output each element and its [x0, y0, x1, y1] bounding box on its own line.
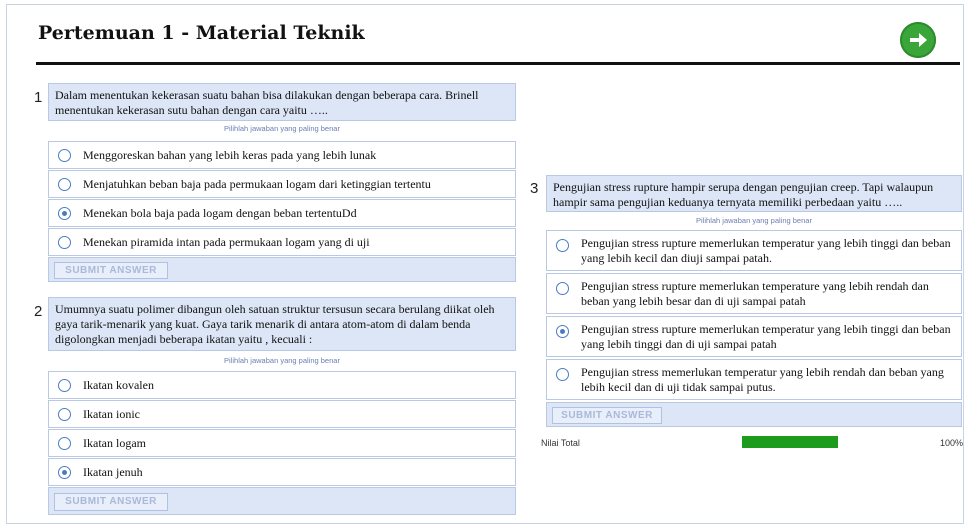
answer-option[interactable]: Menekan piramida intan pada permukaan lo… — [48, 228, 516, 256]
answer-option[interactable]: Pengujian stress memerlukan temperatur y… — [546, 359, 962, 400]
option-label: Ikatan kovalen — [83, 378, 154, 392]
answer-option[interactable]: Pengujian stress rupture memerlukan temp… — [546, 230, 962, 271]
option-label: Ikatan ionic — [83, 407, 140, 421]
radio-button[interactable] — [58, 379, 71, 392]
title-divider — [36, 62, 960, 65]
submit-answer-button[interactable]: SUBMIT ANSWER — [54, 262, 168, 279]
option-label: Menjatuhkan beban baja pada permukaan lo… — [83, 177, 431, 191]
radio-button[interactable] — [58, 408, 71, 421]
radio-button[interactable] — [58, 437, 71, 450]
arrow-right-circle-icon — [910, 33, 927, 47]
option-label: Pengujian stress rupture memerlukan temp… — [581, 236, 951, 265]
submit-row: SUBMIT ANSWER — [546, 402, 962, 427]
option-label: Menekan bola baja pada logam dengan beba… — [83, 206, 357, 220]
option-label: Pengujian stress rupture memerlukan temp… — [581, 279, 929, 308]
option-label: Ikatan logam — [83, 436, 146, 450]
answer-option[interactable]: Ikatan jenuh — [48, 458, 516, 486]
answer-option[interactable]: Menekan bola baja pada logam dengan beba… — [48, 199, 516, 227]
question-hint: Pilihlah jawaban yang paling benar — [224, 124, 340, 133]
answer-option[interactable]: Pengujian stress rupture memerlukan temp… — [546, 316, 962, 357]
submit-row: SUBMIT ANSWER — [48, 487, 516, 515]
page-title: Pertemuan 1 - Material Teknik — [38, 22, 365, 44]
option-label: Menggoreskan bahan yang lebih keras pada… — [83, 148, 377, 162]
total-score-progress-bar — [742, 436, 838, 448]
question-number: 1 — [34, 89, 43, 106]
radio-button[interactable] — [58, 149, 71, 162]
answer-option[interactable]: Menjatuhkan beban baja pada permukaan lo… — [48, 170, 516, 198]
answer-option[interactable]: Ikatan logam — [48, 429, 516, 457]
option-label: Ikatan jenuh — [83, 465, 143, 479]
question-number: 3 — [530, 180, 539, 197]
total-score-value: 100% — [940, 438, 964, 448]
question-text: Pengujian stress rupture hampir serupa d… — [546, 175, 962, 212]
radio-button-selected[interactable] — [58, 466, 71, 479]
radio-button[interactable] — [556, 239, 569, 252]
radio-button[interactable] — [556, 282, 569, 295]
answer-option[interactable]: Pengujian stress rupture memerlukan temp… — [546, 273, 962, 314]
option-label: Menekan piramida intan pada permukaan lo… — [83, 235, 370, 249]
submit-row: SUBMIT ANSWER — [48, 257, 516, 282]
question-text: Dalam menentukan kekerasan suatu bahan b… — [48, 83, 516, 121]
answer-option[interactable]: Menggoreskan bahan yang lebih keras pada… — [48, 141, 516, 169]
next-button[interactable] — [900, 22, 936, 58]
submit-answer-button[interactable]: SUBMIT ANSWER — [552, 407, 662, 424]
question-text: Umumnya suatu polimer dibangun oleh satu… — [48, 297, 516, 351]
total-score-label: Nilai Total — [541, 438, 580, 448]
question-number: 2 — [34, 303, 43, 320]
radio-button[interactable] — [58, 236, 71, 249]
radio-button-selected[interactable] — [556, 325, 569, 338]
option-label: Pengujian stress rupture memerlukan temp… — [581, 322, 951, 351]
question-hint: Pilihlah jawaban yang paling benar — [696, 216, 812, 225]
radio-button[interactable] — [58, 178, 71, 191]
radio-button[interactable] — [556, 368, 569, 381]
answer-option[interactable]: Ikatan kovalen — [48, 371, 516, 399]
question-hint: Pilihlah jawaban yang paling benar — [224, 356, 340, 365]
radio-button-selected[interactable] — [58, 207, 71, 220]
submit-answer-button[interactable]: SUBMIT ANSWER — [54, 493, 168, 511]
option-label: Pengujian stress memerlukan temperatur y… — [581, 365, 944, 394]
answer-option[interactable]: Ikatan ionic — [48, 400, 516, 428]
